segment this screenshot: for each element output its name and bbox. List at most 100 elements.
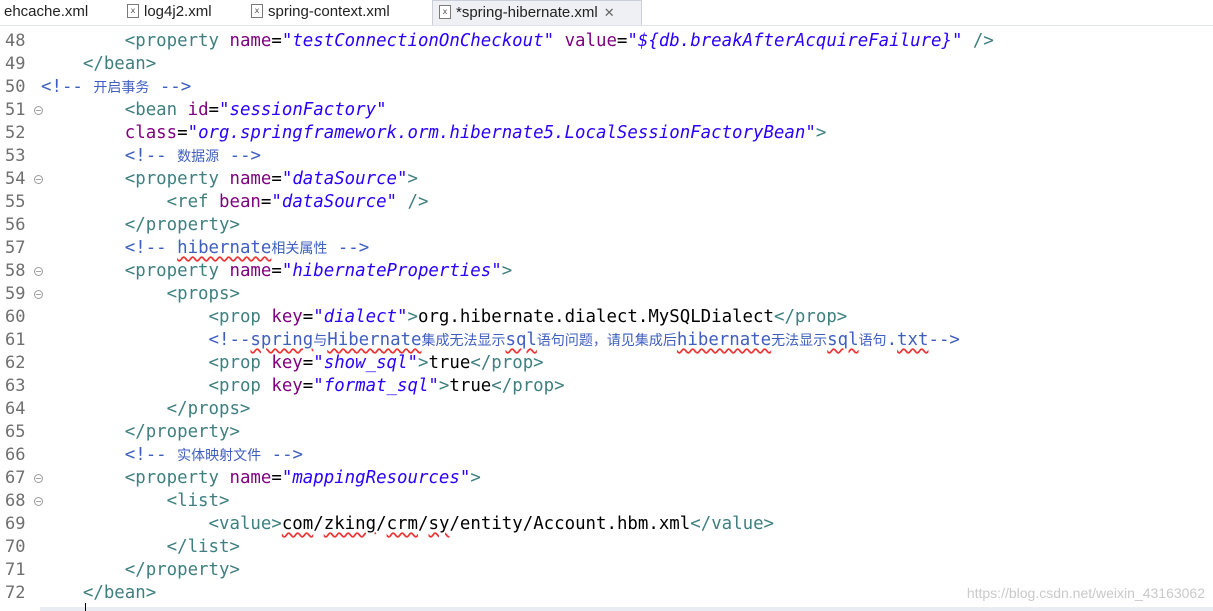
tab-ehcache[interactable]: ehcache.xml [4,0,88,25]
line-number-text: 53 [5,146,26,166]
code-editor[interactable]: 48 49 50 51−52 53 54−55 56 57 58−59−60 61 62 63 64 65… [0,26,1213,611]
line-number-text: 58 [5,261,26,281]
line-number: 71 [5,559,39,582]
code-token: "${db.breakAfterAcquireFailure}" [627,31,963,51]
code-token: "dataSource" [281,169,408,189]
code-line[interactable]: <!--spring与Hibernate集成无法显示sql语句问题，请见集成后h… [41,329,960,352]
code-token: = [271,169,282,189]
line-number-text: 49 [5,54,26,74]
tab-spring-context[interactable]: x spring-context.xml [251,0,390,25]
line-number-text: 71 [5,560,26,580]
code-token: 开启事务 [93,80,150,96]
line-number: 53 [5,145,39,168]
code-token: "hibernateProperties" [281,261,502,281]
code-line[interactable]: <!-- 实体映射文件 --> [41,444,303,467]
code-token: <ref [166,192,219,212]
code-line[interactable]: <value>com/zking/crm/sy/entity/Account.h… [41,513,774,536]
code-line[interactable]: <ref bean="dataSource" /> [41,191,429,214]
code-token: </value> [690,514,775,534]
line-number: 52 [5,122,39,145]
code-line[interactable]: <!-- 数据源 --> [41,145,261,168]
code-line[interactable]: </property> [41,214,240,237]
line-number: 61 [5,329,39,352]
code-line[interactable]: </property> [41,421,240,444]
code-line[interactable]: <property name="mappingResources"> [41,467,481,490]
code-line[interactable]: <props> [41,283,240,306]
line-number-text: 48 [5,31,26,51]
code-token: 相关属性 [271,241,328,257]
code-line[interactable]: <prop key="format_sql">true</prop> [41,375,565,398]
line-number-text: 60 [5,307,26,327]
code-token: </props> [166,399,251,419]
code-token: key [271,353,303,373]
code-token: = [302,353,314,373]
line-number-text: 69 [5,514,26,534]
code-token: sql [827,330,859,350]
code-line[interactable]: <property name="testConnectionOnCheckout… [41,30,994,53]
xml-file-icon: x [439,5,451,20]
code-token: hibernate [676,330,772,350]
code-line[interactable]: <prop key="show_sql">true</prop> [41,352,544,375]
code-line[interactable]: <!-- hibernate相关属性 --> [41,237,369,260]
line-number: 65 [5,421,39,444]
code-token: </bean> [82,54,157,74]
code-token: "mappingResources" [281,468,471,488]
code-line[interactable]: <property name="dataSource"> [41,168,418,191]
code-area[interactable]: <property name="testConnectionOnCheckout… [41,26,1213,611]
close-tab-icon[interactable]: ✕ [604,1,615,24]
code-token: --> [219,146,262,166]
code-token: value [564,31,617,51]
code-token: name [229,468,272,488]
code-token: name [229,261,272,281]
code-line[interactable]: </bean> [41,53,156,76]
code-line[interactable]: <property name="hibernateProperties"> [41,260,512,283]
code-line[interactable]: <list> [41,490,230,513]
code-token: zking [323,514,377,534]
editor-tab-bar: ehcache.xml x log4j2.xml x spring-context.… [0,0,1213,26]
code-token: 语句问题，请见集成后 [536,333,677,349]
code-line[interactable]: <prop key="dialect">org.hibernate.dialec… [41,306,848,329]
code-line[interactable]: </bean> [41,582,156,605]
code-line[interactable]: class="org.springframework.orm.hibernate… [41,122,827,145]
code-line[interactable]: <!-- 开启事务 --> [41,76,191,99]
line-number-text: 54 [5,169,26,189]
code-token: <!-- [41,77,94,97]
code-line[interactable]: </property> [41,559,240,582]
code-line[interactable]: <bean id="sessionFactory" [41,99,387,122]
tab-log4j2[interactable]: x log4j2.xml [127,0,212,25]
code-line[interactable]: </props> [41,398,251,421]
line-number: 50 [5,76,39,99]
code-token: > [815,123,827,143]
code-token: <bean [124,100,188,120]
line-number: 63 [5,375,39,398]
horizontal-scrollbar[interactable] [40,607,1213,611]
code-token: <prop [208,376,272,396]
tab-label: ehcache.xml [4,3,89,20]
code-line[interactable]: </list> [41,536,240,559]
code-token: </bean> [82,583,157,603]
code-token: = [271,31,282,51]
line-number: 64 [5,398,39,421]
code-token: > [417,353,429,373]
line-number-text: 59 [5,284,26,304]
code-token: > [470,468,481,488]
line-number-text: 50 [5,77,26,97]
line-number: 70 [5,536,39,559]
tab-spring-hibernate[interactable]: x *spring-hibernate.xml ✕ [432,0,642,25]
line-number-gutter: 48 49 50 51−52 53 54−55 56 57 58−59−60 61 62 63 64 65… [0,26,43,611]
line-number-text: 52 [5,123,26,143]
xml-file-icon: x [127,4,139,19]
code-token: class [124,123,178,143]
code-token: <!-- [124,238,178,258]
line-number-text: 70 [5,537,26,557]
line-number-text: 57 [5,238,26,258]
